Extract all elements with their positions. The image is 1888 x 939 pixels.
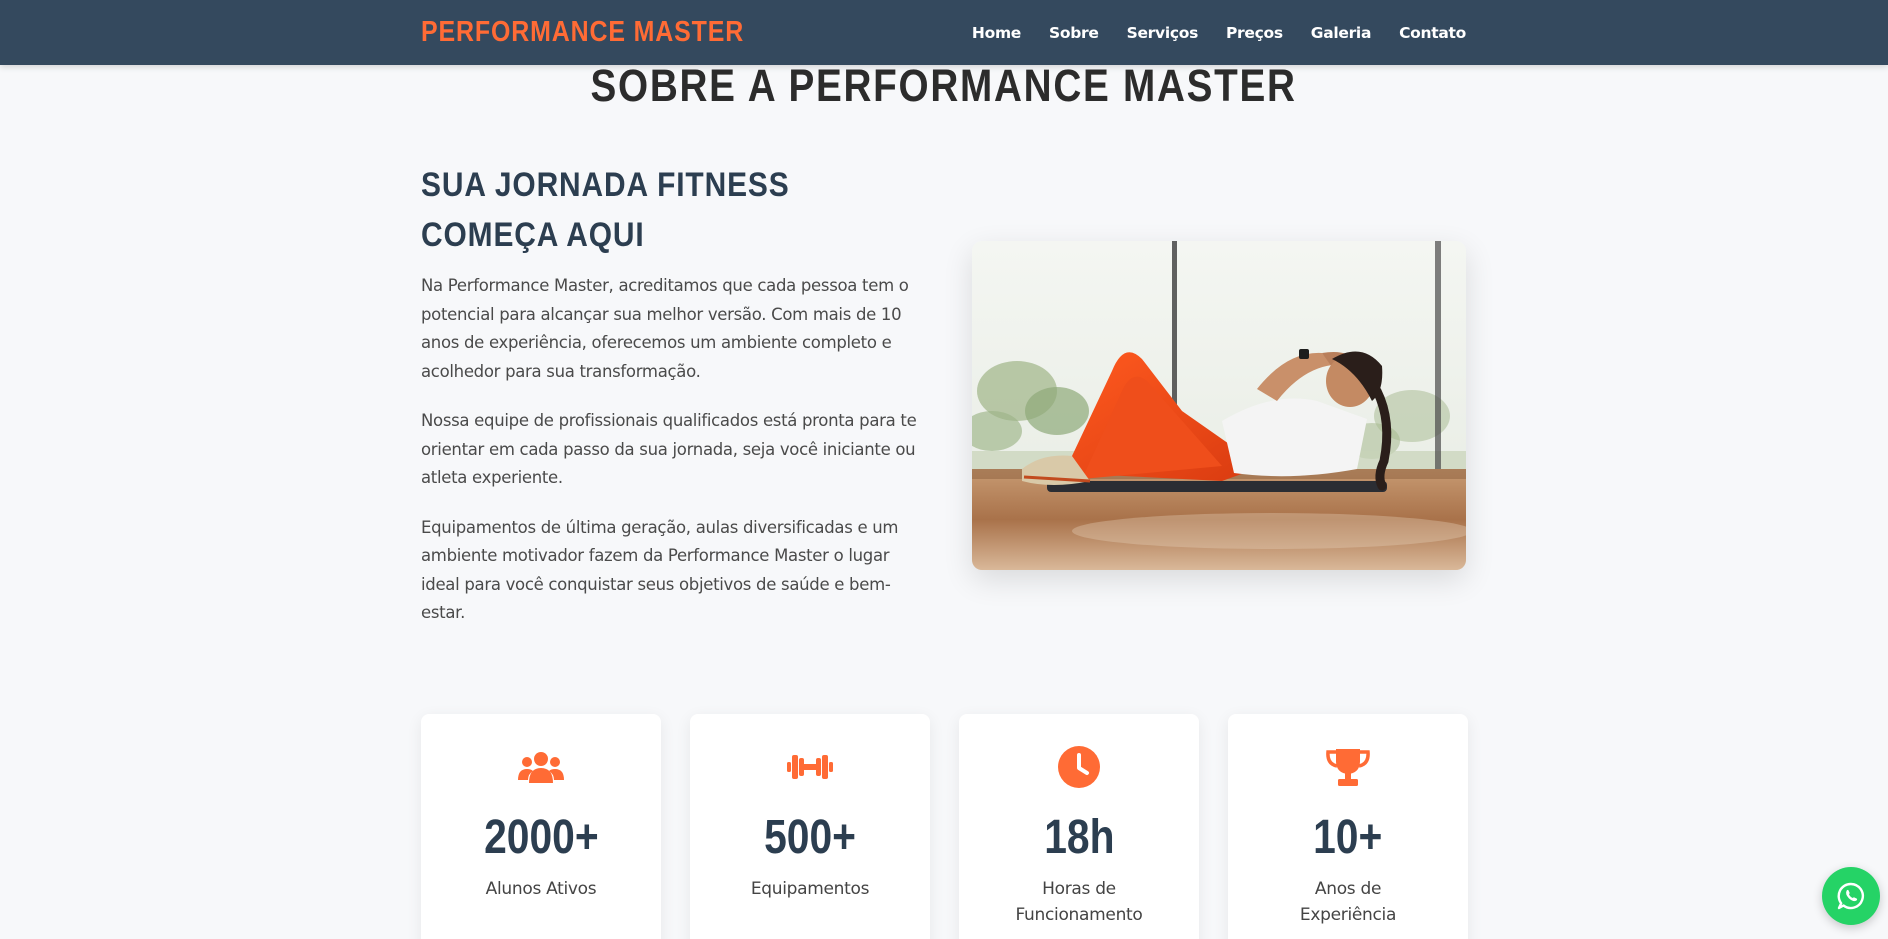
trophy-icon-svg bbox=[1326, 749, 1370, 786]
trophy-icon bbox=[1228, 744, 1468, 790]
stat-card-horas: 18h Horas de Funcionamento bbox=[959, 714, 1199, 939]
about-text-block: SUA JORNADA FITNESS COMEÇA AQUI Na Perfo… bbox=[421, 160, 921, 649]
nav-link-precos[interactable]: Preços bbox=[1226, 24, 1283, 42]
whatsapp-button[interactable] bbox=[1822, 867, 1880, 925]
stat-label: Equipamentos bbox=[750, 879, 870, 899]
nav-link-servicos[interactable]: Serviços bbox=[1127, 24, 1199, 42]
stat-label: Alunos Ativos bbox=[485, 879, 597, 899]
about-subheading: SUA JORNADA FITNESS COMEÇA AQUI bbox=[421, 166, 790, 254]
clock-icon-svg bbox=[1058, 746, 1100, 788]
stat-number: 18h bbox=[1043, 811, 1115, 864]
exercise-illustration bbox=[972, 241, 1466, 570]
nav-menu: Home Sobre Serviços Preços Galeria Conta… bbox=[972, 24, 1466, 42]
navbar: PERFORMANCE MASTER Home Sobre Serviços P… bbox=[0, 0, 1888, 65]
stat-card-equipamentos: 500+ Equipamentos bbox=[690, 714, 930, 939]
nav-link-home[interactable]: Home bbox=[972, 24, 1021, 42]
stat-number: 500+ bbox=[764, 811, 856, 864]
about-paragraph: Na Performance Master, acreditamos que c… bbox=[421, 276, 909, 381]
dumbbell-icon-svg bbox=[787, 755, 833, 779]
stat-card-anos: 10+ Anos de Experiência bbox=[1228, 714, 1468, 939]
brand-logo[interactable]: PERFORMANCE MASTER bbox=[421, 16, 744, 49]
users-icon-svg bbox=[518, 752, 564, 783]
stats-section: 2000+ Alunos Ativos 500+ Equipamentos 18… bbox=[421, 714, 1468, 939]
stat-number: 10+ bbox=[1313, 811, 1383, 864]
dumbbell-icon bbox=[690, 744, 930, 790]
stat-label: Anos de Experiência bbox=[1299, 879, 1397, 925]
about-paragraph: Equipamentos de última geração, aulas di… bbox=[421, 517, 899, 623]
nav-link-galeria[interactable]: Galeria bbox=[1311, 24, 1372, 42]
section-title: SOBRE A PERFORMANCE MASTER bbox=[0, 60, 1888, 112]
section-title-text: SOBRE A PERFORMANCE MASTER bbox=[590, 60, 1298, 111]
nav-link-contato[interactable]: Contato bbox=[1399, 24, 1466, 42]
about-image-woman-exercising bbox=[972, 241, 1466, 570]
users-icon bbox=[421, 744, 661, 790]
about-paragraph: Nossa equipe de profissionais qualificad… bbox=[421, 411, 917, 487]
whatsapp-icon bbox=[1837, 882, 1864, 910]
navbar-inner: PERFORMANCE MASTER Home Sobre Serviços P… bbox=[421, 0, 1466, 65]
stat-label: Horas de Funcionamento bbox=[1015, 879, 1143, 925]
stat-card-alunos: 2000+ Alunos Ativos bbox=[421, 714, 661, 939]
nav-link-sobre[interactable]: Sobre bbox=[1049, 24, 1099, 42]
clock-icon bbox=[959, 744, 1199, 790]
stat-number: 2000+ bbox=[483, 811, 599, 864]
